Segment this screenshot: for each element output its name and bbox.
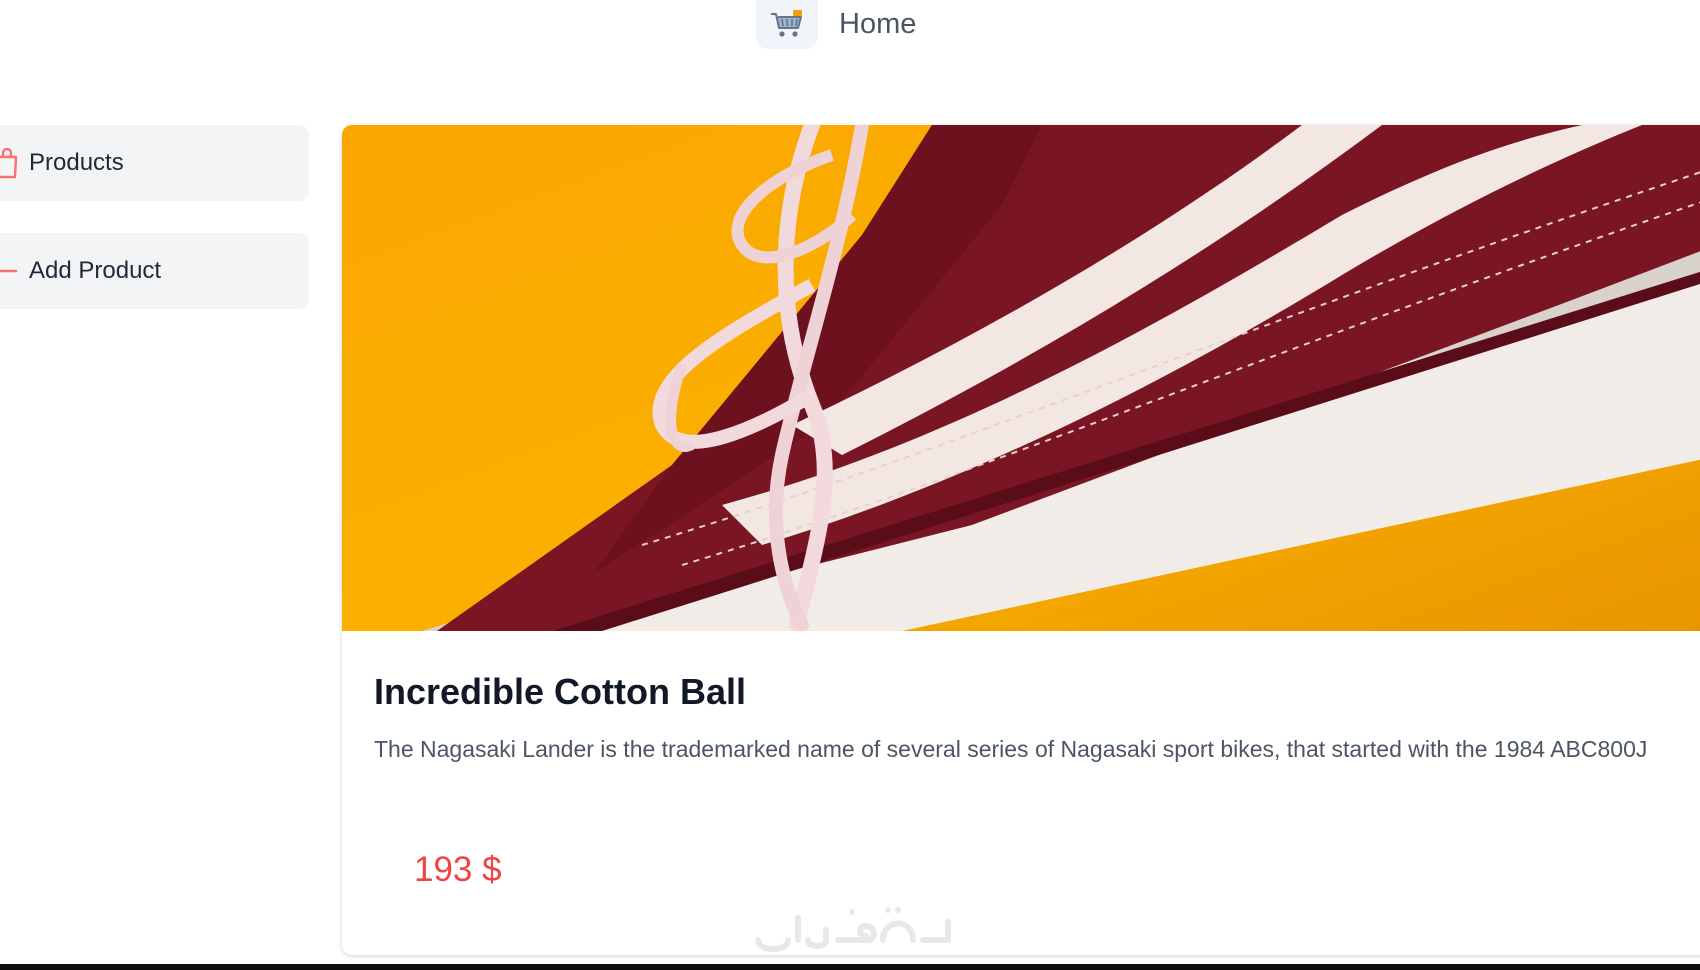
- product-description: The Nagasaki Lander is the trademarked n…: [374, 736, 1648, 762]
- sidebar-item-products[interactable]: Products: [0, 125, 309, 201]
- sidebar-item-add-product[interactable]: Add Product: [0, 233, 309, 309]
- shopping-bag-icon: [0, 147, 18, 179]
- cart-badge: [756, 0, 818, 49]
- bottom-border: [0, 964, 1700, 970]
- top-bar: Home: [0, 0, 1700, 60]
- product-image: [342, 125, 1700, 631]
- sidebar-item-label: Products: [29, 149, 124, 176]
- sidebar-item-label: Add Product: [29, 257, 162, 284]
- watermark-logo: [755, 907, 951, 952]
- product-title: Incredible Cotton Ball: [374, 671, 747, 712]
- product-price: 193 $: [414, 850, 502, 889]
- sidebar: Products Add Product: [0, 125, 310, 341]
- minus-icon: [0, 269, 18, 273]
- home-label: Home: [839, 8, 917, 40]
- product-card[interactable]: Incredible Cotton Ball The Nagasaki Land…: [342, 125, 1700, 955]
- shopping-cart-icon: [771, 9, 802, 37]
- home-link[interactable]: Home: [756, 0, 916, 49]
